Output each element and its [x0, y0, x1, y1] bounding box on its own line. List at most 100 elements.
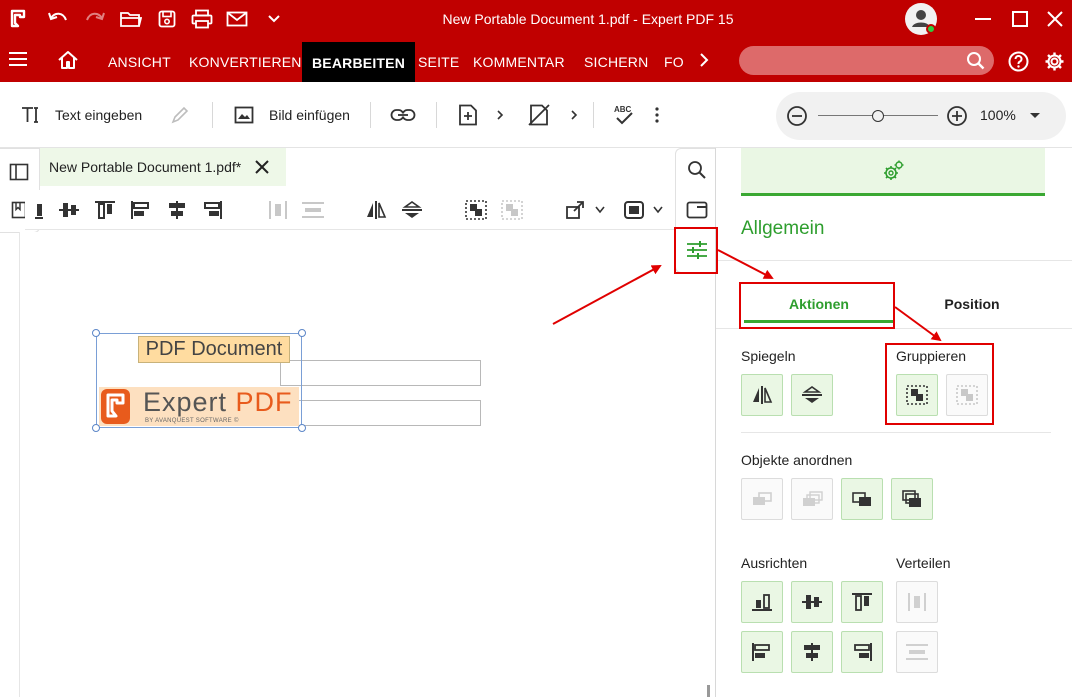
align-center-button[interactable] — [791, 631, 833, 673]
distribute-vertical-icon — [301, 190, 325, 230]
align-left-icon — [752, 643, 770, 661]
ungroup-icon — [956, 385, 978, 405]
title-bar: New Portable Document 1.pdf - Expert PDF… — [0, 0, 1072, 38]
remove-page-more-icon[interactable] — [570, 82, 578, 148]
spellcheck-icon: ABC — [614, 105, 633, 125]
form-field-2[interactable] — [280, 400, 481, 426]
align-top-button[interactable] — [841, 581, 883, 623]
insert-image-label: Bild einfügen — [269, 107, 350, 123]
more-options-icon[interactable] — [654, 82, 660, 148]
mirror-horizontal-button[interactable] — [741, 374, 783, 416]
settings-gear-icon[interactable] — [1044, 51, 1065, 72]
group-button[interactable] — [896, 374, 938, 416]
maximize-button[interactable] — [1007, 6, 1033, 32]
tab-aktionen[interactable]: Aktionen — [744, 283, 894, 323]
tab-position[interactable]: Position — [897, 283, 1047, 323]
mirror-vertical-button[interactable] — [791, 374, 833, 416]
frame-style-dropdown-icon[interactable] — [653, 190, 663, 230]
bring-forward-button[interactable] — [841, 478, 883, 520]
align-bottom-button[interactable] — [741, 581, 783, 623]
link-icon — [390, 109, 416, 121]
text-cursor-icon — [22, 107, 38, 123]
home-icon[interactable] — [57, 50, 79, 70]
spellcheck-button[interactable]: ABC — [612, 82, 636, 148]
add-page-button[interactable] — [458, 82, 478, 148]
window-app-name: Expert PDF 15 — [641, 11, 734, 27]
align-left-button[interactable] — [741, 631, 783, 673]
bring-to-front-icon — [902, 490, 921, 507]
resize-handle-top-right[interactable] — [298, 329, 306, 337]
side-search-icon[interactable] — [684, 157, 710, 183]
form-field-1[interactable] — [280, 360, 481, 386]
menu-konvertieren[interactable]: KONVERTIEREN — [189, 38, 302, 82]
resize-handle-bottom-right[interactable] — [298, 424, 306, 432]
pen-icon — [171, 106, 189, 124]
menu-bearbeiten[interactable]: BEARBEITEN — [302, 42, 416, 82]
close-icon — [1047, 11, 1063, 27]
edit-toolbar: Text eingeben Bild einfügen ABC 100% — [0, 82, 1072, 148]
send-backward-icon — [803, 491, 823, 506]
mirror-horizontal-icon[interactable] — [365, 190, 387, 230]
search-icon — [967, 52, 985, 70]
document-canvas[interactable] — [19, 232, 711, 697]
label-ausrichten: Ausrichten — [741, 555, 808, 571]
align-middle-button[interactable] — [791, 581, 833, 623]
svg-text:ABC: ABC — [614, 105, 632, 114]
close-tab-icon[interactable] — [255, 160, 269, 174]
resize-handle-bottom-left[interactable] — [92, 424, 100, 432]
search-input[interactable] — [739, 46, 994, 75]
bring-forward-icon[interactable] — [565, 190, 587, 230]
zoom-in-icon[interactable] — [946, 105, 968, 127]
user-avatar[interactable] — [905, 3, 937, 35]
side-panel-view-icon[interactable] — [684, 197, 710, 223]
vertical-scrollbar[interactable] — [707, 685, 710, 697]
bring-forward-dropdown-icon[interactable] — [595, 190, 605, 230]
align-center-horizontal-icon[interactable] — [166, 190, 188, 230]
document-tab[interactable]: New Portable Document 1.pdf* — [40, 148, 286, 186]
chevron-right-icon[interactable] — [698, 52, 710, 68]
text-input-button[interactable]: Text eingeben — [20, 82, 142, 148]
menu-ansicht[interactable]: ANSICHT — [108, 38, 171, 82]
minimize-button[interactable] — [970, 6, 996, 32]
align-right-icon[interactable] — [201, 190, 223, 230]
properties-sliders-icon[interactable] — [684, 237, 710, 263]
insert-image-button[interactable]: Bild einfügen — [234, 82, 350, 148]
distribute-horizontal-button — [896, 581, 938, 623]
menu-kommentar[interactable]: KOMMENTAR — [473, 38, 565, 82]
panel-settings-tab[interactable] — [741, 148, 1045, 196]
online-status-dot — [926, 24, 936, 34]
close-window-button[interactable] — [1042, 6, 1068, 32]
remove-page-button[interactable] — [528, 82, 550, 148]
zoom-dropdown-icon[interactable] — [1029, 112, 1041, 120]
align-left-icon[interactable] — [130, 190, 152, 230]
zoom-level[interactable]: 100% — [980, 107, 1016, 123]
mirror-vertical-icon[interactable] — [401, 190, 423, 230]
align-bottom-icon[interactable] — [33, 190, 45, 230]
label-verteilen: Verteilen — [896, 555, 951, 571]
sidebar-toggle-icon[interactable] — [9, 163, 29, 181]
zoom-out-icon[interactable] — [786, 105, 808, 127]
menu-sichern[interactable]: SICHERN — [584, 38, 648, 82]
distribute-horizontal-icon — [908, 593, 926, 611]
zoom-slider-thumb[interactable] — [872, 110, 884, 122]
window-file-name: New Portable Document 1.pdf — [442, 11, 630, 27]
align-center-vertical-icon[interactable] — [58, 190, 80, 230]
resize-handle-top-left[interactable] — [92, 329, 100, 337]
add-page-more-icon[interactable] — [496, 82, 504, 148]
hamburger-menu-icon[interactable] — [8, 51, 28, 67]
send-to-back-icon — [753, 492, 772, 505]
help-icon[interactable] — [1008, 51, 1029, 72]
align-top-icon — [852, 593, 872, 611]
align-bottom-icon — [752, 594, 772, 611]
align-right-button[interactable] — [841, 631, 883, 673]
menu-formulare[interactable]: FO — [664, 38, 684, 82]
distribute-horizontal-icon — [267, 190, 289, 230]
menu-seite[interactable]: SEITE — [418, 38, 459, 82]
selection-box[interactable] — [96, 333, 302, 428]
frame-style-icon[interactable] — [623, 190, 645, 230]
link-button[interactable] — [390, 82, 416, 148]
bring-to-front-button[interactable] — [891, 478, 933, 520]
align-top-icon[interactable] — [94, 190, 116, 230]
group-objects-icon[interactable] — [464, 190, 488, 230]
image-icon — [234, 106, 254, 124]
